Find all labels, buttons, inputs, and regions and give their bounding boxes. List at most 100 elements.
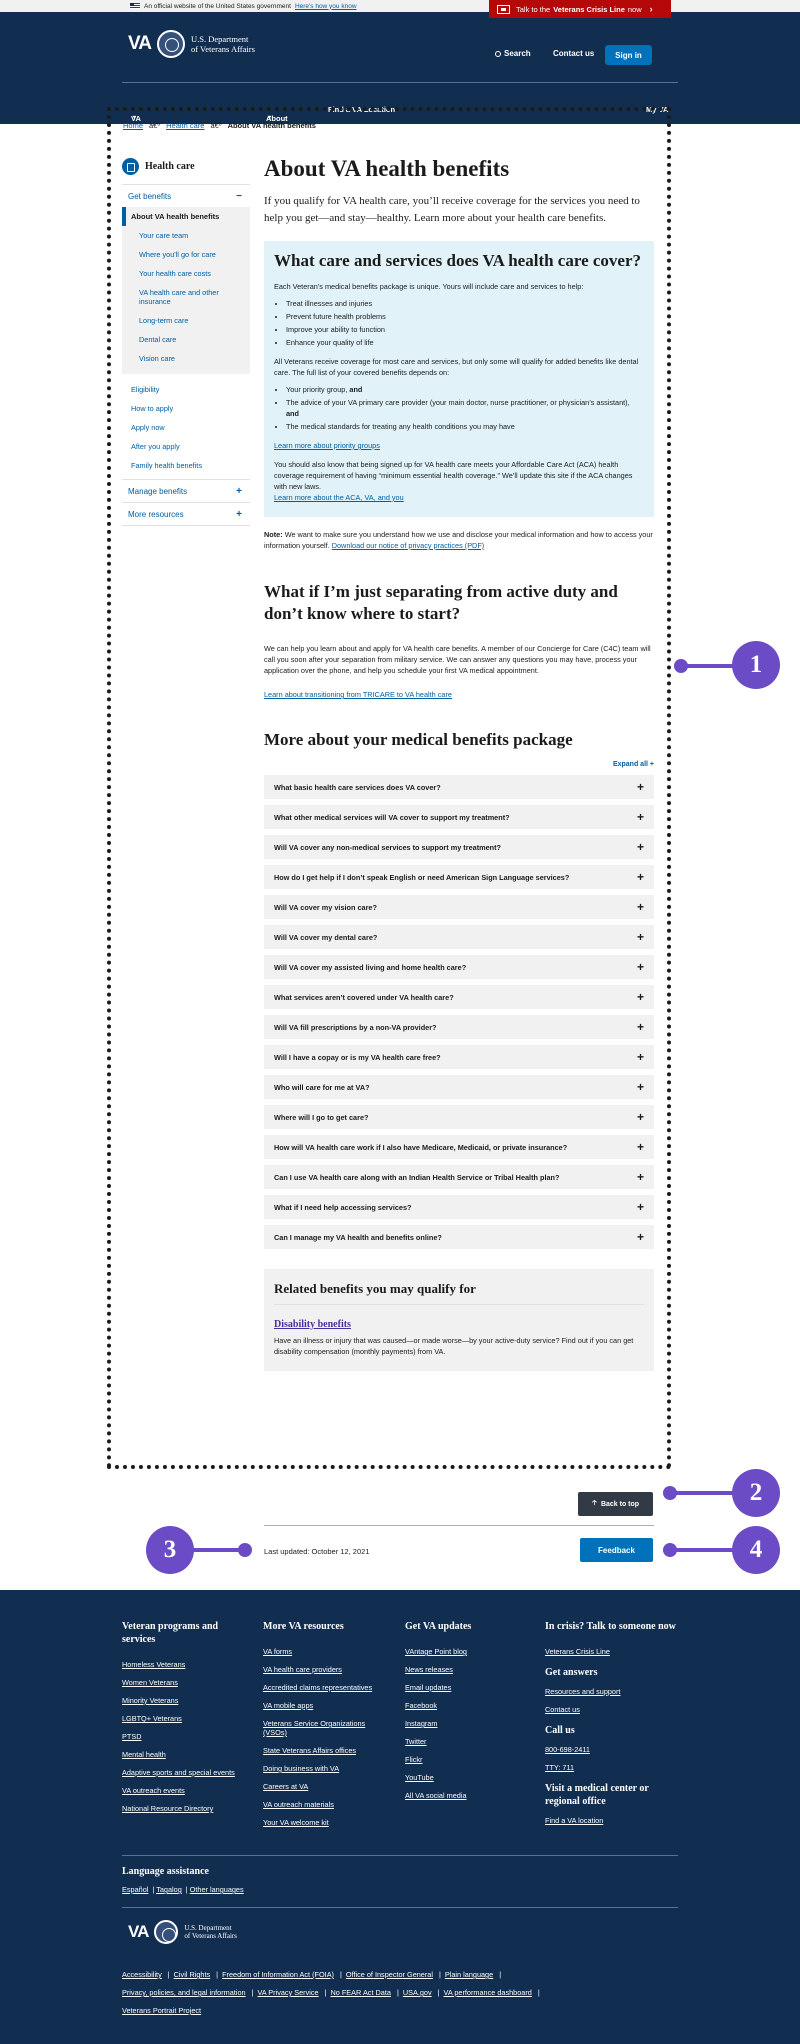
footer-link[interactable]: Minority Veterans (122, 1696, 250, 1705)
accordion-item[interactable]: What basic health care services does VA … (264, 775, 654, 799)
va-logo[interactable]: VA U.S. Department of Veterans Affairs (128, 30, 255, 58)
sidebar-item-current[interactable]: About VA health benefits (122, 207, 250, 226)
footer-find-location-link[interactable]: Find a VA location (545, 1816, 680, 1825)
accordion-item[interactable]: Will VA cover my dental care? + (264, 925, 654, 949)
accordion-item[interactable]: Can I manage my VA health and benefits o… (264, 1225, 654, 1249)
footer-legal-link[interactable]: USA.gov (403, 1988, 432, 1997)
sidebar-manage-benefits[interactable]: Manage benefits + (122, 480, 250, 502)
disability-benefits-link[interactable]: Disability benefits (274, 1319, 644, 1330)
accordion-item[interactable]: Will VA fill prescriptions by a non-VA p… (264, 1015, 654, 1039)
footer-legal-link[interactable]: Veterans Portrait Project (122, 2006, 201, 2015)
accordion-item[interactable]: Will VA cover any non-medical services t… (264, 835, 654, 859)
footer-legal-link[interactable]: VA Privacy Service (257, 1988, 318, 1997)
footer-crisis-link[interactable]: Veterans Crisis Line (545, 1647, 680, 1656)
footer-link[interactable]: Accredited claims representatives (263, 1683, 391, 1692)
footer-link[interactable]: VA mobile apps (263, 1701, 391, 1710)
footer-link[interactable]: Instagram (405, 1719, 533, 1728)
footer-legal-link[interactable]: VA performance dashboard (444, 1988, 532, 1997)
contact-us-link[interactable]: Contact us (553, 49, 594, 58)
sidebar-item[interactable]: Dental care (122, 330, 250, 349)
footer-link[interactable]: Mental health (122, 1750, 250, 1759)
footer-link[interactable]: Flickr (405, 1755, 533, 1764)
accordion-item[interactable]: Where will I go to get care? + (264, 1105, 654, 1129)
footer-link[interactable]: News releases (405, 1665, 533, 1674)
footer-link[interactable]: VA outreach events (122, 1786, 250, 1795)
breadcrumb-health-care[interactable]: Health care (166, 121, 204, 130)
expand-all-button[interactable]: Expand all + (264, 761, 654, 768)
accordion-item[interactable]: Will I have a copay or is my VA health c… (264, 1045, 654, 1069)
footer-link[interactable]: Veterans Service Organizations (VSOs) (263, 1719, 391, 1737)
footer-legal-link[interactable]: No FEAR Act Data (331, 1988, 391, 1997)
footer-link[interactable]: Resources and support (545, 1687, 680, 1696)
sidebar-item-after-apply[interactable]: After you apply (122, 437, 250, 456)
footer-link[interactable]: Careers at VA (263, 1782, 391, 1791)
footer-legal-link[interactable]: Civil Rights (174, 1970, 211, 1979)
footer-legal-link[interactable]: Accessibility (122, 1970, 162, 1979)
search-button[interactable]: Search (495, 49, 531, 58)
sidebar-item[interactable]: Your health care costs (122, 264, 250, 283)
accordion-item[interactable]: Will VA cover my assisted living and hom… (264, 955, 654, 979)
accordion-item[interactable]: What services aren’t covered under VA he… (264, 985, 654, 1009)
sidebar-more-resources[interactable]: More resources + (122, 503, 250, 525)
sidebar-item[interactable]: Your care team (122, 226, 250, 245)
footer-link[interactable]: PTSD (122, 1732, 250, 1741)
sign-in-button[interactable]: Sign in (605, 45, 652, 65)
sidebar-item[interactable]: Vision care (122, 349, 250, 368)
footer-link[interactable]: Facebook (405, 1701, 533, 1710)
accordion-item[interactable]: Who will care for me at VA? + (264, 1075, 654, 1099)
priority-groups-link[interactable]: Learn more about priority groups (274, 441, 380, 450)
back-to-top-button[interactable]: 🡡 Back to top (578, 1492, 653, 1516)
sidebar-get-benefits[interactable]: Get benefits − (122, 185, 250, 207)
footer-legal-link[interactable]: Privacy, policies, and legal information (122, 1988, 246, 1997)
lang-tagalog[interactable]: Tagalog (156, 1885, 182, 1894)
crisis-line-button[interactable]: Talk to the Veterans Crisis Line now › (489, 0, 671, 18)
footer-link[interactable]: Doing business with VA (263, 1764, 391, 1773)
privacy-practices-link[interactable]: Download our notice of privacy practices… (332, 541, 484, 550)
footer-link[interactable]: All VA social media (405, 1791, 533, 1800)
accordion-item[interactable]: How will VA health care work if I also h… (264, 1135, 654, 1159)
footer-legal-link[interactable]: Office of Inspector General (346, 1970, 433, 1979)
accordion-item[interactable]: How do I get help if I don’t speak Engli… (264, 865, 654, 889)
footer-link[interactable]: VA outreach materials (263, 1800, 391, 1809)
footer-link[interactable]: Women Veterans (122, 1678, 250, 1687)
nav-my-va[interactable]: My VA (646, 105, 668, 114)
sidebar-item[interactable]: Long-term care (122, 311, 250, 330)
lang-other[interactable]: Other languages (190, 1885, 244, 1894)
footer-link[interactable]: Your VA welcome kit (263, 1818, 391, 1827)
footer-legal-link[interactable]: Freedom of Information Act (FOIA) (222, 1970, 334, 1979)
footer-link[interactable]: YouTube (405, 1773, 533, 1782)
footer-va-logo[interactable]: VA U.S. Department of Veterans Affairs (128, 1920, 237, 1944)
sidebar-item-family[interactable]: Family health benefits (122, 456, 250, 475)
footer-link[interactable]: VA health care providers (263, 1665, 391, 1674)
footer-link[interactable]: LGBTQ+ Veterans (122, 1714, 250, 1723)
footer-link[interactable]: Adaptive sports and special events (122, 1768, 250, 1777)
lang-espanol[interactable]: Español (122, 1885, 148, 1894)
footer-link[interactable]: Homeless Veterans (122, 1660, 250, 1669)
accordion-item[interactable]: What other medical services will VA cove… (264, 805, 654, 829)
sidebar-item-eligibility[interactable]: Eligibility (122, 380, 250, 399)
footer-link[interactable]: National Resource Directory (122, 1804, 250, 1813)
feedback-button[interactable]: Feedback (580, 1538, 653, 1562)
footer-link[interactable]: Contact us (545, 1705, 680, 1714)
breadcrumb-home[interactable]: Home (123, 121, 143, 130)
footer-link[interactable]: VAntage Point blog (405, 1647, 533, 1656)
aca-link[interactable]: Learn more about the ACA, VA, and you (274, 493, 404, 502)
nav-find-location[interactable]: Find a VA Location (328, 105, 395, 114)
sidebar-item[interactable]: VA health care and other insurance (122, 283, 250, 311)
accordion-item[interactable]: Can I use VA health care along with an I… (264, 1165, 654, 1189)
footer-link[interactable]: Twitter (405, 1737, 533, 1746)
sidebar-item[interactable]: Where you'll go for care (122, 245, 250, 264)
sidebar-item-apply-now[interactable]: Apply now (122, 418, 250, 437)
footer-link[interactable]: VA forms (263, 1647, 391, 1656)
footer-legal-link[interactable]: Plain language (445, 1970, 493, 1979)
footer-link[interactable]: State Veterans Affairs offices (263, 1746, 391, 1755)
heres-how-link[interactable]: Here's how you know (295, 3, 357, 10)
footer-tty-link[interactable]: TTY: 711 (545, 1763, 680, 1772)
footer-link[interactable]: Email updates (405, 1683, 533, 1692)
accordion-item[interactable]: Will VA cover my vision care? + (264, 895, 654, 919)
tricare-link[interactable]: Learn about transitioning from TRICARE t… (264, 690, 654, 699)
minus-icon: − (236, 190, 242, 202)
sidebar-item-how-to-apply[interactable]: How to apply (122, 399, 250, 418)
footer-phone-link[interactable]: 800-698-2411 (545, 1745, 680, 1754)
accordion-item[interactable]: What if I need help accessing services? + (264, 1195, 654, 1219)
